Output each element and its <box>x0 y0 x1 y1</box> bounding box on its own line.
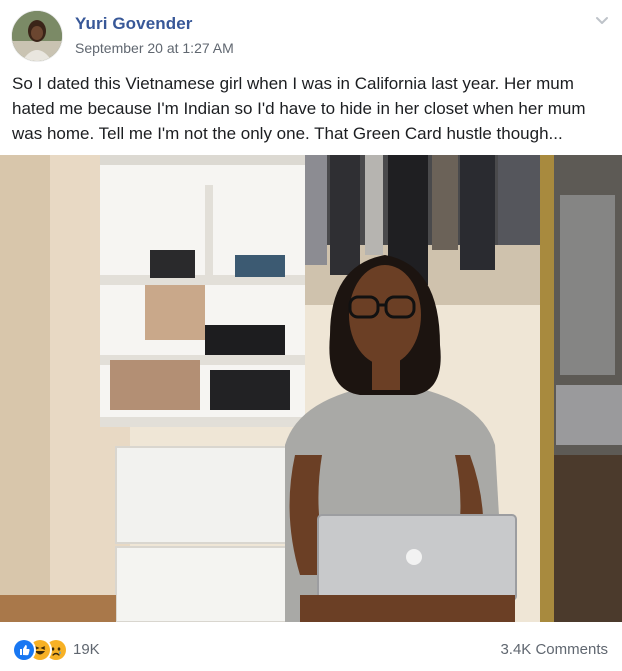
comments-count-link[interactable]: 3.4K Comments <box>500 641 608 658</box>
author-avatar[interactable] <box>12 11 62 61</box>
chevron-down-icon[interactable] <box>594 12 610 28</box>
post-timestamp[interactable]: September 20 at 1:27 AM <box>75 40 234 56</box>
reaction-count[interactable]: 19K <box>73 641 100 658</box>
post-photo[interactable] <box>0 155 622 622</box>
post-card: Yuri Govender September 20 at 1:27 AM So… <box>0 0 622 671</box>
author-name[interactable]: Yuri Govender <box>75 14 193 34</box>
post-header: Yuri Govender September 20 at 1:27 AM <box>0 0 622 66</box>
post-footer: 19K 3.4K Comments <box>0 622 622 671</box>
post-text: So I dated this Vietnamese girl when I w… <box>12 74 586 143</box>
like-icon <box>14 640 34 660</box>
